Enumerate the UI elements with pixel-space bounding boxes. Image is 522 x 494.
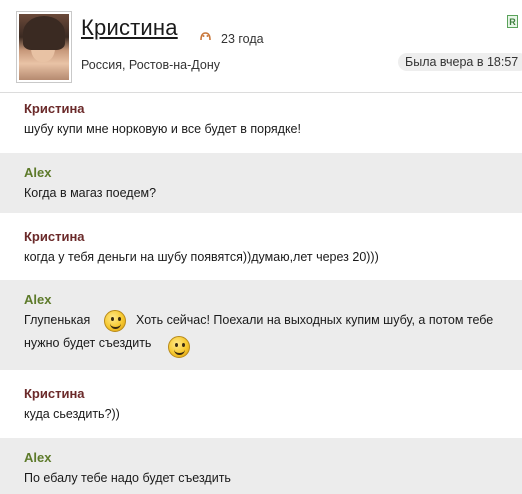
message-author[interactable]: Кристина (24, 386, 85, 401)
message-item: Alex Когда в магаз поедем? (0, 153, 522, 213)
profile-header: Кристина 23 года Россия, Ростов-на-Дону … (0, 0, 522, 93)
profile-name-link[interactable]: Кристина (81, 15, 178, 41)
profile-age: 23 года (221, 32, 264, 46)
message-text: шубу купи мне норковую и все будет в пор… (24, 122, 301, 136)
zodiac-icon (200, 32, 211, 41)
message-item: Кристина когда у тебя деньги на шубу поя… (0, 213, 522, 280)
message-text: По ебалу тебе надо будет съездить (24, 471, 231, 485)
message-author[interactable]: Кристина (24, 229, 85, 244)
message-text: куда сьездить?)) (24, 407, 120, 421)
smiley-icon (168, 336, 190, 358)
profile-location: Россия, Ростов-на-Дону (81, 58, 220, 72)
message-author[interactable]: Alex (24, 292, 51, 307)
message-author[interactable]: Alex (24, 450, 51, 465)
message-item: Кристина куда сьездить?)) (0, 370, 522, 438)
message-item: Кристина шубу купи мне норковую и все бу… (0, 93, 522, 153)
message-author[interactable]: Alex (24, 165, 51, 180)
message-item: Alex По ебалу тебе надо будет съездить (0, 438, 522, 494)
message-text: когда у тебя деньги на шубу появятся))ду… (24, 250, 379, 264)
last-seen-badge: Была вчера в 18:57 (398, 53, 522, 71)
message-text: Глупенькая (24, 313, 91, 327)
avatar-photo (19, 14, 69, 80)
smiley-icon (104, 310, 126, 332)
message-text: Когда в магаз поедем? (24, 186, 157, 200)
message-item: Alex Глупенькая Хоть сейчас! Поехали на … (0, 280, 522, 370)
mobile-status-icon: R (507, 15, 518, 28)
message-text: Хоть сейчас! Поехали на выходных купим ш… (136, 313, 494, 327)
avatar[interactable] (16, 11, 72, 83)
message-author[interactable]: Кристина (24, 101, 85, 116)
message-text: нужно будет съездить (24, 336, 152, 350)
